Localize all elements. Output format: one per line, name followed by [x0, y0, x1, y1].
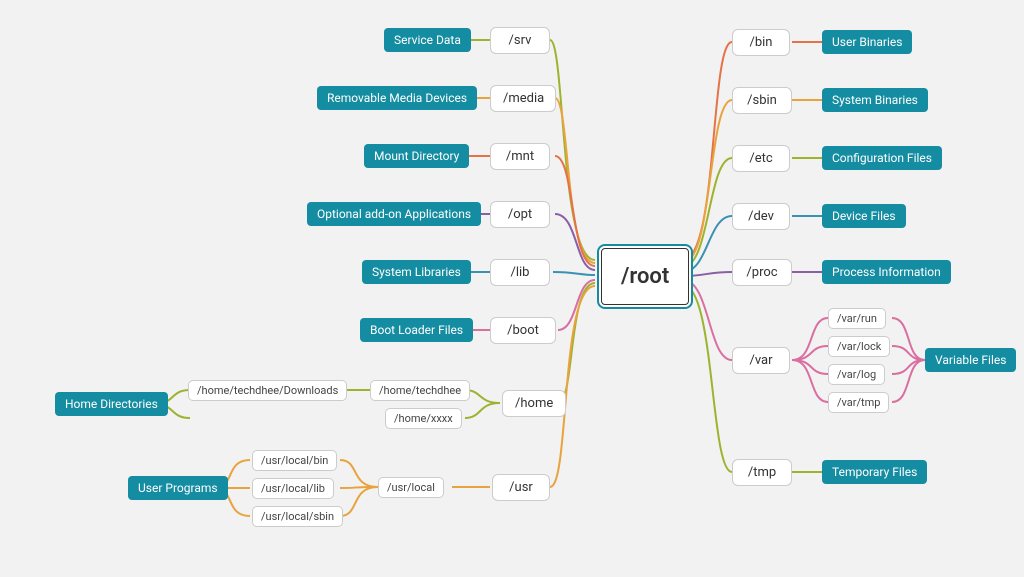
- dir-var[interactable]: /var: [732, 347, 790, 374]
- sub-usr-local[interactable]: /usr/local: [378, 477, 444, 498]
- badge-boot: Boot Loader Files: [360, 318, 473, 342]
- badge-dev: Device Files: [822, 204, 906, 228]
- root-node[interactable]: /root: [597, 244, 693, 309]
- badge-proc: Process Information: [822, 260, 951, 284]
- dir-mnt[interactable]: /mnt: [490, 143, 550, 170]
- dir-boot[interactable]: /boot: [490, 317, 556, 344]
- badge-etc: Configuration Files: [822, 146, 942, 170]
- sub-var-log[interactable]: /var/log: [828, 364, 885, 385]
- badge-var: Variable Files: [925, 348, 1016, 372]
- badge-srv: Service Data: [384, 28, 471, 52]
- badge-lib: System Libraries: [362, 260, 471, 284]
- dir-lib[interactable]: /lib: [490, 259, 550, 286]
- sub-home-xxxx[interactable]: /home/xxxx: [385, 408, 462, 429]
- dir-etc[interactable]: /etc: [732, 145, 790, 172]
- badge-media: Removable Media Devices: [317, 86, 477, 110]
- badge-tmp: Temporary Files: [822, 460, 927, 484]
- sub-var-tmp[interactable]: /var/tmp: [828, 392, 889, 413]
- dir-dev[interactable]: /dev: [732, 203, 790, 230]
- dir-srv[interactable]: /srv: [490, 27, 550, 54]
- badge-opt: Optional add-on Applications: [307, 202, 481, 226]
- dir-sbin[interactable]: /sbin: [732, 87, 792, 114]
- badge-sbin: System Binaries: [822, 88, 928, 112]
- badge-mnt: Mount Directory: [364, 144, 469, 168]
- sub-home-downloads[interactable]: /home/techdhee/Downloads: [188, 380, 347, 401]
- sub-usr-local-bin[interactable]: /usr/local/bin: [252, 450, 337, 471]
- badge-usr: User Programs: [128, 476, 228, 500]
- dir-home[interactable]: /home: [502, 390, 566, 417]
- dir-bin[interactable]: /bin: [732, 29, 790, 56]
- badge-home: Home Directories: [55, 392, 168, 416]
- sub-home-techdhee[interactable]: /home/techdhee: [370, 380, 470, 401]
- dir-media[interactable]: /media: [490, 85, 556, 112]
- sub-var-run[interactable]: /var/run: [828, 308, 886, 329]
- sub-var-lock[interactable]: /var/lock: [828, 336, 890, 357]
- sub-usr-local-lib[interactable]: /usr/local/lib: [252, 478, 334, 499]
- dir-opt[interactable]: /opt: [490, 201, 550, 228]
- dir-proc[interactable]: /proc: [732, 259, 792, 286]
- sub-usr-local-sbin[interactable]: /usr/local/sbin: [252, 506, 343, 527]
- dir-tmp[interactable]: /tmp: [732, 459, 792, 486]
- dir-usr[interactable]: /usr: [492, 474, 550, 501]
- badge-bin: User Binaries: [822, 30, 912, 54]
